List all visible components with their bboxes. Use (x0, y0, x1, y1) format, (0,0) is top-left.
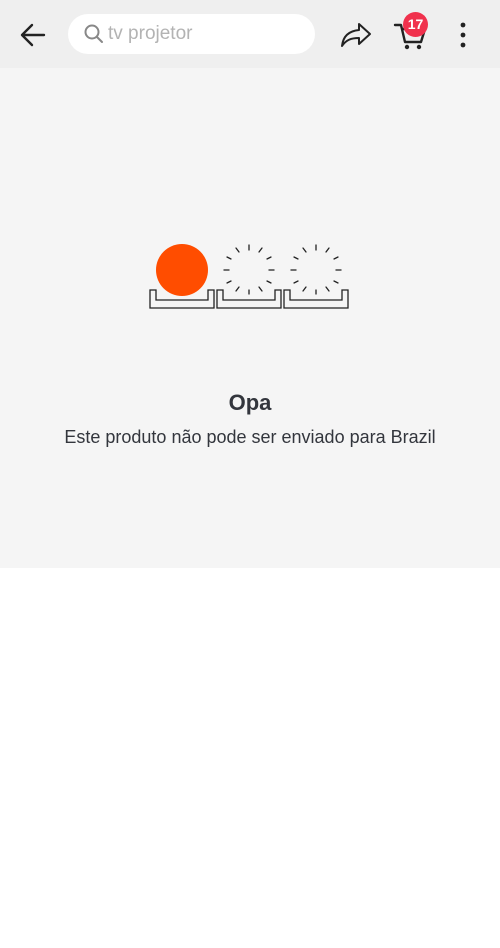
error-panel: Opa Este produto não pode ser enviado pa… (0, 68, 500, 568)
search-input[interactable]: tv projetor (68, 14, 315, 54)
error-message: Este produto não pode ser enviado para B… (64, 427, 436, 447)
search-icon (84, 24, 103, 43)
back-arrow-icon (20, 23, 46, 47)
back-button[interactable] (16, 18, 50, 52)
search-placeholder: tv projetor (108, 23, 193, 44)
more-vertical-icon (460, 22, 466, 48)
error-title: Opa (228, 390, 272, 415)
share-button[interactable] (338, 18, 374, 52)
share-icon (341, 23, 371, 47)
sunrise-boxes-illustration (149, 244, 349, 309)
top-bar: tv projetor 17 (0, 0, 500, 68)
more-options-button[interactable] (448, 18, 478, 52)
cart-count-badge: 17 (403, 12, 428, 37)
